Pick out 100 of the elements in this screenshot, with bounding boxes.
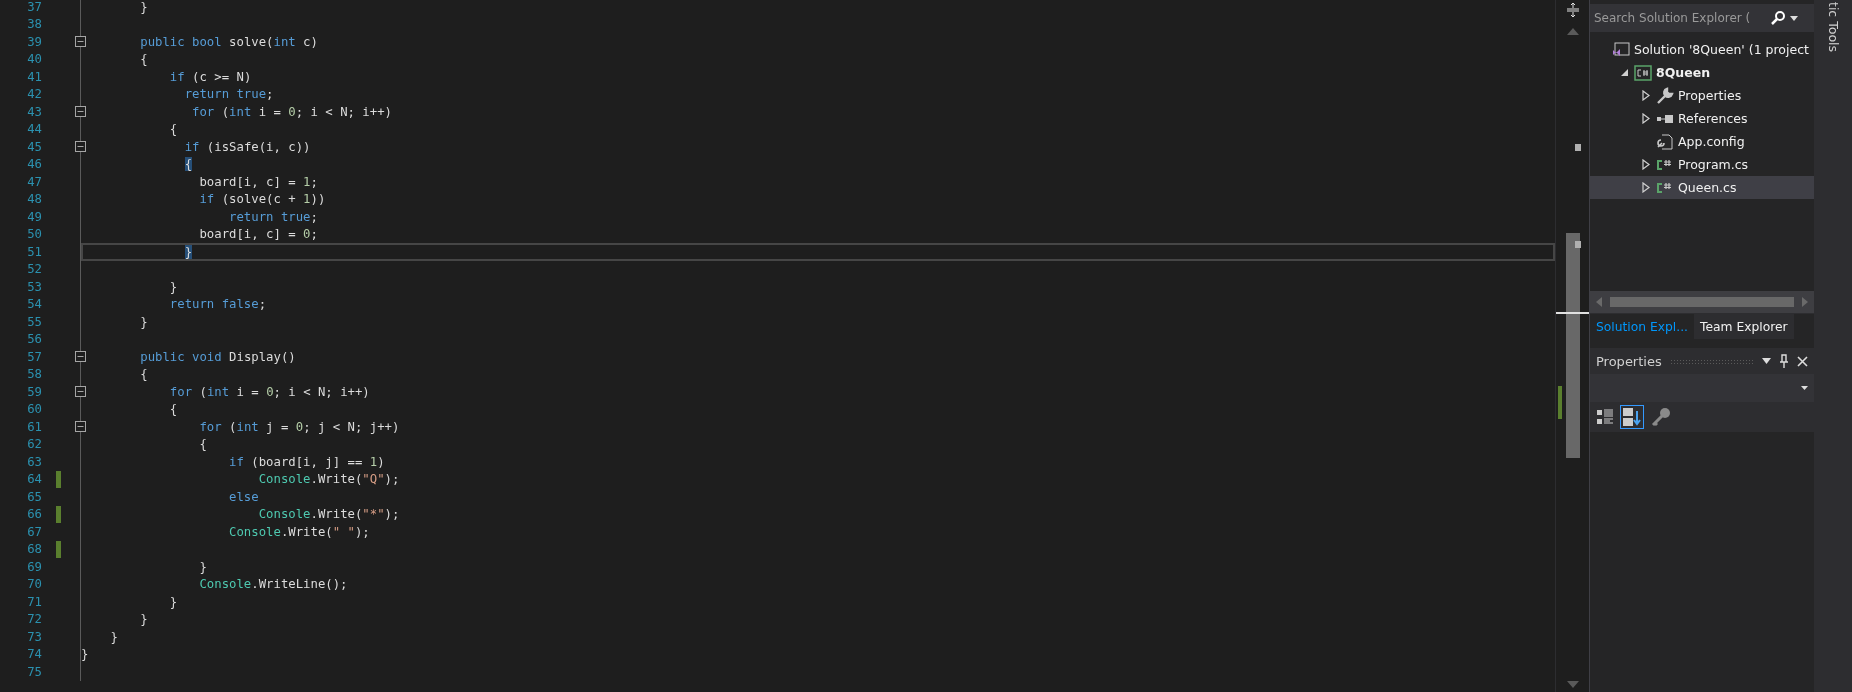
line-number: 60 <box>26 402 42 417</box>
tree-item-label: Solution '8Queen' (1 project <box>1634 42 1809 57</box>
csharp-file-icon <box>1656 158 1672 171</box>
line-number: 72 <box>26 612 42 627</box>
tree-item-label: Queen.cs <box>1678 180 1737 195</box>
keyword: int <box>273 34 296 49</box>
tree-item-label: App.config <box>1678 134 1745 149</box>
line-number: 40 <box>26 52 42 67</box>
code-text: } <box>198 559 207 574</box>
dropdown-arrow-icon[interactable] <box>1801 386 1808 390</box>
tree-item[interactable]: Properties <box>1590 84 1814 107</box>
code-text: (isSafe(i, c)) <box>205 139 311 154</box>
keyword: if <box>168 69 185 84</box>
line-number: 74 <box>26 647 42 662</box>
line-number: 75 <box>26 664 42 679</box>
tree-item[interactable]: 8Queen <box>1590 61 1814 84</box>
line-number: 44 <box>26 122 42 137</box>
code-text: ); <box>354 524 370 539</box>
code-text: )) <box>310 192 326 207</box>
code-text: ; i < N; i++) <box>295 104 392 119</box>
code-text: ; <box>310 174 318 189</box>
code-text: { <box>139 367 148 382</box>
search-icon[interactable] <box>1770 10 1786 26</box>
code-text: board[i, c] = <box>198 174 297 189</box>
matched-brace: { <box>184 157 193 172</box>
line-number: 63 <box>26 454 42 469</box>
references-icon <box>1656 113 1674 124</box>
line-number: 47 <box>26 174 42 189</box>
code-text: board[i, c] = <box>198 227 297 242</box>
code-text: ; j < N; j++) <box>303 419 400 434</box>
line-number: 49 <box>26 209 42 224</box>
code-text: } <box>139 314 148 329</box>
code-text: { <box>168 402 178 417</box>
collapse-icon[interactable] <box>74 106 86 118</box>
line-number: 73 <box>26 629 42 644</box>
code-text: (board[i, j] == <box>250 454 364 469</box>
tree-item[interactable]: Solution '8Queen' (1 project <box>1590 38 1814 61</box>
config-file-icon <box>1656 132 1674 151</box>
type-name: Console <box>228 524 281 539</box>
close-icon[interactable] <box>1797 355 1808 367</box>
wrench-icon <box>1656 86 1674 105</box>
tree-item[interactable]: Queen.cs <box>1590 176 1814 199</box>
tree-item[interactable]: Program.cs <box>1590 153 1814 176</box>
code-text: ); <box>384 507 400 522</box>
collapsed-arrow-icon[interactable] <box>1642 113 1650 124</box>
line-number: 46 <box>26 157 42 172</box>
key-icon[interactable] <box>1650 406 1672 428</box>
line-number: 69 <box>26 559 42 574</box>
panel-tab[interactable]: Team Explorer <box>1694 314 1794 339</box>
code-text: ; <box>310 227 318 242</box>
pin-icon[interactable] <box>1779 354 1789 368</box>
line-number: 71 <box>26 594 42 609</box>
collapse-icon[interactable] <box>74 141 86 153</box>
tree-item[interactable]: App.config <box>1590 130 1814 153</box>
code-text: } <box>109 629 119 644</box>
number-literal: 0 <box>288 104 296 119</box>
side-tab[interactable]: tic Tools <box>1825 2 1841 52</box>
keyword: int <box>229 104 252 119</box>
dropdown-arrow-icon[interactable] <box>1790 15 1798 21</box>
collapse-icon[interactable] <box>74 421 86 433</box>
csharp-file-icon <box>1656 181 1672 194</box>
split-icon[interactable] <box>1565 2 1580 18</box>
caret-position-marker <box>1556 312 1589 314</box>
scroll-thumb[interactable] <box>1566 233 1580 458</box>
sort-alphabetical-icon[interactable] <box>1620 405 1644 429</box>
line-number: 68 <box>26 542 42 557</box>
line-number: 48 <box>26 192 42 207</box>
scroll-marker <box>1575 144 1581 151</box>
code-text: } <box>168 279 178 294</box>
line-number: 66 <box>26 507 42 522</box>
collapsed-arrow-icon[interactable] <box>1642 159 1650 170</box>
line-number: 37 <box>26 0 42 14</box>
expanded-arrow-icon[interactable] <box>1620 68 1629 77</box>
dropdown-arrow-icon[interactable] <box>1762 358 1771 364</box>
code-text: } <box>139 612 148 627</box>
keyword: for <box>198 419 222 434</box>
code-text: ( <box>228 419 237 434</box>
collapse-icon[interactable] <box>74 386 86 398</box>
line-number: 65 <box>26 489 42 504</box>
code-text: Display() <box>229 349 296 364</box>
keyword: return false <box>168 297 259 312</box>
code-text: ; <box>258 297 267 312</box>
tree-item-label: Properties <box>1678 88 1742 103</box>
solution-icon <box>1612 41 1630 58</box>
collapsed-arrow-icon[interactable] <box>1642 90 1650 101</box>
collapse-icon[interactable] <box>74 36 86 48</box>
keyword: if <box>198 192 215 207</box>
search-box[interactable]: Search Solution Explorer ( <box>1590 4 1814 32</box>
line-number: 42 <box>26 87 42 102</box>
code-text: j = <box>265 419 290 434</box>
collapsed-arrow-icon[interactable] <box>1642 182 1650 193</box>
tree-item[interactable]: References <box>1590 107 1814 130</box>
scroll-up-arrow-icon[interactable] <box>1566 28 1579 35</box>
line-number: 61 <box>26 419 42 434</box>
keyword: if <box>228 454 244 469</box>
string-literal: "Q" <box>362 472 385 487</box>
scroll-down-arrow-icon[interactable] <box>1566 681 1579 688</box>
tree-item-label: 8Queen <box>1656 65 1711 80</box>
collapse-icon[interactable] <box>74 351 86 363</box>
categorized-icon[interactable] <box>1596 408 1614 426</box>
